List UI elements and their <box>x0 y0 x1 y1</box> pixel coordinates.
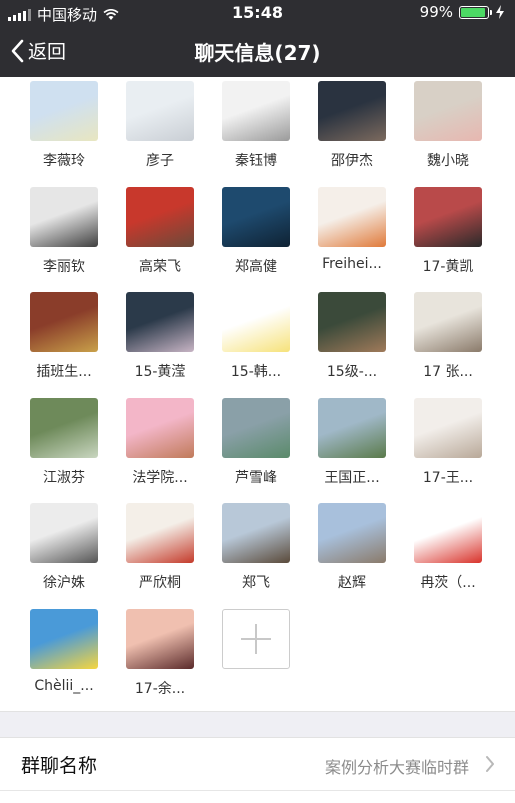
member-name: 邵伊杰 <box>331 153 373 169</box>
member-item[interactable]: 郑高健 <box>208 183 304 276</box>
member-avatar <box>414 398 482 458</box>
member-item[interactable]: 17-王... <box>400 394 496 487</box>
member-item[interactable]: 17-余... <box>112 605 208 698</box>
member-item[interactable]: 郑飞 <box>208 499 304 592</box>
member-name: 17-王... <box>422 470 474 486</box>
page-title: 聊天信息(27) <box>194 41 321 65</box>
member-name: 郑飞 <box>242 575 270 591</box>
member-avatar <box>318 503 386 563</box>
member-avatar <box>126 292 194 352</box>
member-item[interactable]: 李薇玲 <box>16 77 112 170</box>
member-name: 李薇玲 <box>43 153 85 169</box>
member-avatar <box>414 292 482 352</box>
member-item[interactable]: 芦雪峰 <box>208 394 304 487</box>
member-item[interactable]: 严欣桐 <box>112 499 208 592</box>
member-avatar <box>414 187 482 247</box>
member-name: 高荣飞 <box>139 259 181 275</box>
member-avatar <box>30 292 98 352</box>
bottom-divider <box>0 790 515 803</box>
member-item[interactable]: 法学院... <box>112 394 208 487</box>
member-avatar <box>222 398 290 458</box>
member-item[interactable]: 李丽钦 <box>16 183 112 276</box>
member-item[interactable]: 王国正... <box>304 394 400 487</box>
member-item[interactable]: 冉茨（... <box>400 499 496 592</box>
member-item[interactable]: 17-黄凯 <box>400 183 496 276</box>
member-name: 17-余... <box>134 681 186 697</box>
member-avatar <box>318 398 386 458</box>
member-item[interactable]: 插班生... <box>16 288 112 381</box>
member-item[interactable]: 17 张... <box>400 288 496 381</box>
member-name: 15级-... <box>326 364 378 380</box>
member-item[interactable]: 15-黄滢 <box>112 288 208 381</box>
member-name: 17 张... <box>423 364 473 380</box>
member-avatar <box>222 292 290 352</box>
member-avatar <box>126 503 194 563</box>
member-name: 魏小晓 <box>427 153 469 169</box>
plus-icon <box>222 609 290 669</box>
member-name: 江淑芬 <box>43 470 85 486</box>
member-name: 严欣桐 <box>139 575 181 591</box>
member-name: 徐沪姝 <box>43 575 85 591</box>
member-name: 秦钰博 <box>235 153 277 169</box>
member-name: 15-韩... <box>230 364 282 380</box>
member-avatar <box>414 503 482 563</box>
member-item[interactable]: 彦子 <box>112 77 208 170</box>
member-item[interactable]: Freihei... <box>304 183 400 272</box>
member-name: 赵辉 <box>338 575 366 591</box>
status-right: 99% <box>420 3 505 21</box>
group-name-row[interactable]: 群聊名称 案例分析大赛临时群 <box>0 738 515 790</box>
member-avatar <box>126 187 194 247</box>
member-avatar <box>222 81 290 141</box>
group-name-value: 案例分析大赛临时群 <box>324 758 469 777</box>
member-name: 插班生... <box>36 364 92 380</box>
member-item[interactable]: 15-韩... <box>208 288 304 381</box>
status-bar: 中国移动 15:48 99% <box>0 0 515 25</box>
member-item[interactable]: 魏小晓 <box>400 77 496 170</box>
member-avatar <box>318 292 386 352</box>
member-item[interactable]: 高荣飞 <box>112 183 208 276</box>
member-avatar <box>222 187 290 247</box>
member-item[interactable]: 15级-... <box>304 288 400 381</box>
member-avatar <box>414 81 482 141</box>
member-avatar <box>126 81 194 141</box>
member-avatar <box>318 187 386 247</box>
member-item[interactable]: 秦钰博 <box>208 77 304 170</box>
group-name-label: 群聊名称 <box>21 755 98 777</box>
member-avatar <box>30 503 98 563</box>
member-name: 郑高健 <box>235 259 277 275</box>
member-item[interactable]: 赵辉 <box>304 499 400 592</box>
member-avatar <box>30 81 98 141</box>
member-name: 17-黄凯 <box>422 259 474 275</box>
member-item[interactable]: Chèlii_... <box>16 605 112 694</box>
member-name: 芦雪峰 <box>235 470 277 486</box>
section-separator <box>0 711 515 738</box>
battery-icon <box>459 5 492 19</box>
charging-icon <box>496 5 504 19</box>
member-name: 彦子 <box>146 153 174 169</box>
member-name: 法学院... <box>132 470 188 486</box>
member-avatar <box>222 503 290 563</box>
battery-percent: 99% <box>419 3 453 21</box>
member-avatar <box>318 81 386 141</box>
member-name: Chèlii_... <box>34 678 94 694</box>
member-name: Freihei... <box>322 256 382 272</box>
chevron-right-icon <box>486 756 494 772</box>
member-item[interactable]: 徐沪姝 <box>16 499 112 592</box>
member-avatar <box>30 609 98 669</box>
member-avatar <box>30 398 98 458</box>
add-member-button[interactable] <box>208 605 304 669</box>
member-avatar <box>30 187 98 247</box>
member-avatar <box>126 609 194 669</box>
member-item[interactable]: 邵伊杰 <box>304 77 400 170</box>
nav-bar: 返回 聊天信息(27) <box>0 25 515 77</box>
member-name: 冉茨（... <box>420 575 476 591</box>
member-avatar <box>126 398 194 458</box>
member-name: 李丽钦 <box>43 259 85 275</box>
member-name: 15-黄滢 <box>134 364 186 380</box>
member-item[interactable]: 江淑芬 <box>16 394 112 487</box>
member-name: 王国正... <box>324 470 380 486</box>
